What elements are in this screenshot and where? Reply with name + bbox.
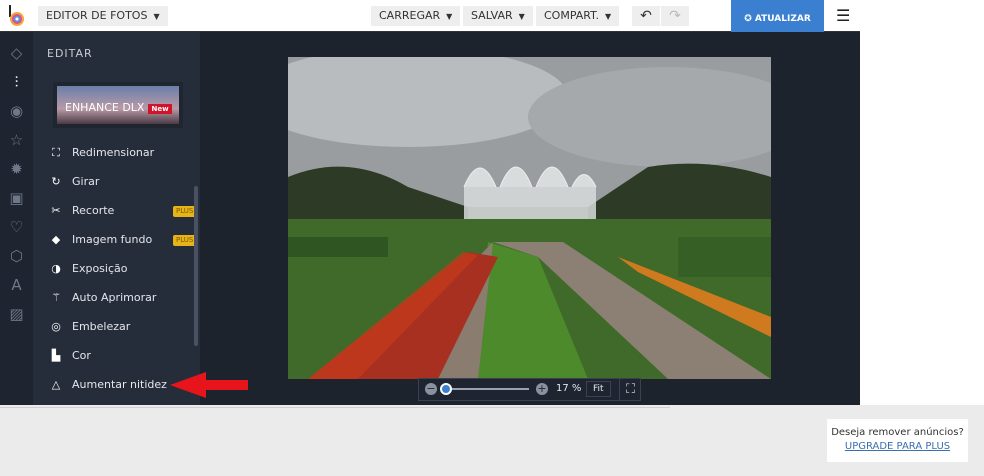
zoom-slider-handle[interactable] xyxy=(440,383,452,395)
plus-badge: PLUS xyxy=(173,235,197,246)
shape-icon[interactable]: ⬡ xyxy=(0,247,33,265)
tool-auto-enhance[interactable]: ⚚ Auto Aprimorar xyxy=(49,288,156,308)
enhance-dlx-banner[interactable]: ENHANCE DLX New xyxy=(53,82,183,128)
caret-down-icon: ▼ xyxy=(518,12,525,21)
load-label: CARREGAR xyxy=(379,9,441,22)
tool-rotate[interactable]: ↻ Girar xyxy=(49,172,99,192)
rotate-icon: ↻ xyxy=(51,175,61,188)
photo-image xyxy=(288,57,771,379)
sliders-icon[interactable]: ⫶ xyxy=(0,73,33,91)
load-button[interactable]: CARREGAR ▼ xyxy=(371,6,461,26)
star-icon[interactable]: ☆ xyxy=(0,131,33,149)
zoom-value: 17 % xyxy=(556,383,582,394)
text-icon[interactable]: A xyxy=(0,276,33,294)
tool-label: Embelezar xyxy=(72,320,131,333)
share-label: COMPART. xyxy=(544,9,600,22)
plus-badge: PLUS xyxy=(173,206,197,217)
red-arrow-annotation xyxy=(170,372,248,398)
hamburger-icon[interactable]: ☰ xyxy=(836,6,850,25)
redo-icon[interactable]: ↷ xyxy=(661,6,689,26)
exposure-icon: ◑ xyxy=(51,262,61,275)
color-icon: ▙ xyxy=(51,349,61,362)
layers-icon[interactable]: ◇ xyxy=(0,44,33,62)
beautify-icon: ◎ xyxy=(51,320,61,333)
zoom-out-icon[interactable]: − xyxy=(425,383,437,395)
award-icon: ✪ xyxy=(744,14,752,24)
magic-wand-icon: ⚚ xyxy=(51,291,61,304)
fullscreen-icon[interactable]: ⛶ xyxy=(619,379,641,400)
heart-icon[interactable]: ♡ xyxy=(0,218,33,236)
tool-label: Exposição xyxy=(72,262,128,275)
tool-label: Recorte xyxy=(72,204,115,217)
tool-label: Redimensionar xyxy=(72,146,155,159)
tool-rail: ◇ ⫶ ◉ ☆ ✹ ▣ ♡ ⬡ A ▨ xyxy=(0,32,33,405)
divider xyxy=(0,407,670,408)
zoom-in-icon[interactable]: + xyxy=(536,383,548,395)
caret-down-icon: ▼ xyxy=(605,12,612,21)
badge-icon[interactable]: ✹ xyxy=(0,160,33,178)
tool-cutout[interactable]: ✂ Recorte PLUS xyxy=(49,201,199,221)
eraser-icon: ◆ xyxy=(51,233,61,246)
photo-canvas[interactable] xyxy=(288,57,771,379)
triangle-icon: △ xyxy=(51,378,61,391)
resize-icon: ⛶ xyxy=(52,146,60,159)
tool-sharpen[interactable]: △ Aumentar nitidez xyxy=(49,375,167,395)
caret-down-icon: ▼ xyxy=(446,12,453,21)
update-button[interactable]: ✪ ATUALIZAR xyxy=(731,0,824,36)
frame-icon[interactable]: ▣ xyxy=(0,189,33,207)
panel-scrollbar[interactable] xyxy=(194,186,198,346)
tool-label: Cor xyxy=(72,349,91,362)
tool-color[interactable]: ▙ Cor xyxy=(49,346,91,366)
zoom-bar: − + 17 % Fit ⛶ xyxy=(418,378,641,401)
tool-label: Imagem fundo xyxy=(72,233,153,246)
tool-label: Girar xyxy=(72,175,100,188)
caret-down-icon: ▼ xyxy=(153,12,160,21)
update-label: ATUALIZAR xyxy=(754,14,811,24)
cutout-icon: ✂ xyxy=(51,204,61,217)
tool-exposure[interactable]: ◑ Exposição xyxy=(49,259,127,279)
tool-label: Aumentar nitidez xyxy=(72,378,167,391)
texture-icon[interactable]: ▨ xyxy=(0,305,33,323)
tool-background[interactable]: ◆ Imagem fundo PLUS xyxy=(49,230,199,250)
tool-resize[interactable]: ⛶ Redimensionar xyxy=(49,143,154,163)
banner-label: ENHANCE DLX xyxy=(65,101,145,114)
tool-beautify[interactable]: ◎ Embelezar xyxy=(49,317,130,337)
editor-menu-label: EDITOR DE FOTOS xyxy=(46,9,148,22)
zoom-slider[interactable] xyxy=(445,388,529,390)
share-button[interactable]: COMPART. ▼ xyxy=(536,6,620,26)
ad-box: Deseja remover anúncios? UPGRADE PARA PL… xyxy=(827,419,968,462)
save-label: SALVAR xyxy=(471,9,513,22)
eye-icon[interactable]: ◉ xyxy=(0,102,33,120)
edit-panel: EDITAR ENHANCE DLX New ⛶ Redimensionar ↻ Gi… xyxy=(33,32,200,405)
fit-button[interactable]: Fit xyxy=(586,381,611,397)
header-right xyxy=(860,0,984,405)
save-button[interactable]: SALVAR ▼ xyxy=(463,6,533,26)
undo-icon[interactable]: ↶ xyxy=(632,6,660,26)
logo-icon[interactable] xyxy=(7,5,25,27)
tool-label: Auto Aprimorar xyxy=(72,291,157,304)
upgrade-link[interactable]: UPGRADE PARA PLUS xyxy=(845,441,950,452)
ad-text: Deseja remover anúncios? xyxy=(831,427,964,438)
panel-title: EDITAR xyxy=(47,47,93,60)
editor-menu-button[interactable]: EDITOR DE FOTOS ▼ xyxy=(38,6,168,26)
new-badge: New xyxy=(148,104,172,114)
